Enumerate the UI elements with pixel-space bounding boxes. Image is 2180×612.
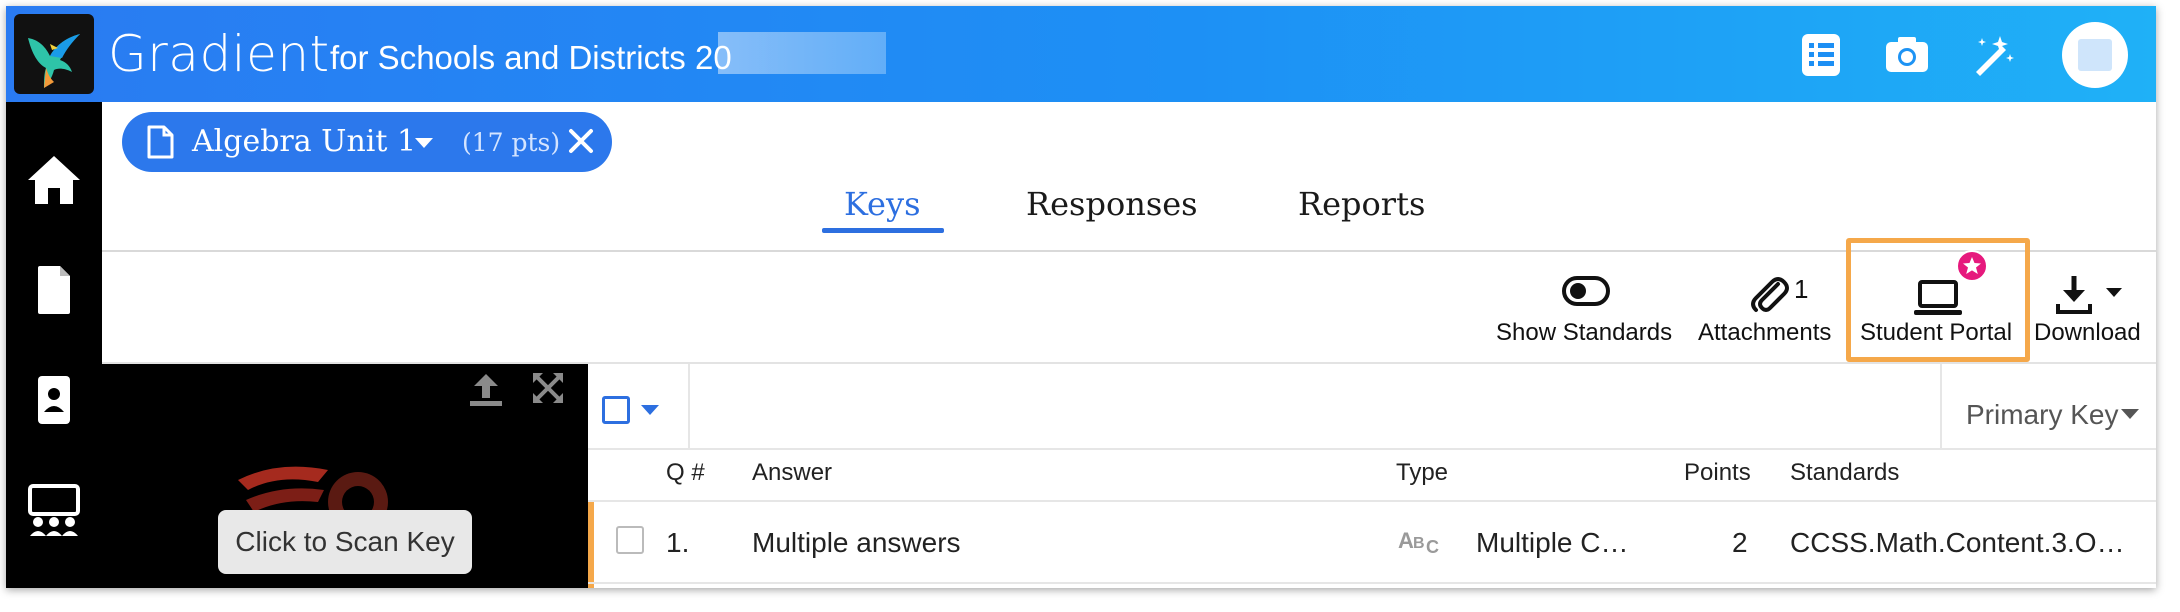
assignment-points: (17 pts) bbox=[462, 128, 561, 157]
select-dropdown-chevron-icon[interactable] bbox=[640, 404, 660, 416]
row-answer[interactable]: Multiple answers bbox=[752, 526, 961, 560]
row-points[interactable]: 2 bbox=[1732, 526, 1748, 560]
attachments-button[interactable]: Attachments bbox=[1698, 318, 1831, 348]
primary-key-select[interactable]: Primary Key bbox=[1966, 398, 2118, 432]
key-select-divider bbox=[1940, 364, 1942, 448]
col-header-answer: Answer bbox=[752, 459, 833, 486]
col-header-points: Points bbox=[1684, 459, 1751, 486]
assignment-chip[interactable]: Algebra Unit 1 (17 pts) bbox=[122, 112, 612, 172]
attachments-count: 1 bbox=[1794, 274, 1809, 304]
tab-keys[interactable]: Keys bbox=[844, 184, 920, 224]
chevron-down-icon[interactable] bbox=[414, 137, 434, 149]
user-avatar[interactable] bbox=[2062, 22, 2128, 88]
document-outline-icon bbox=[147, 125, 174, 159]
brand-subtitle: for Schools and Districts 20 bbox=[330, 39, 732, 76]
download-icon[interactable] bbox=[2054, 272, 2124, 323]
tab-responses[interactable]: Responses bbox=[1026, 184, 1198, 224]
col-header-standards: Standards bbox=[1790, 459, 1900, 486]
avatar-image bbox=[2078, 39, 2112, 71]
toggle-icon[interactable] bbox=[1562, 276, 1610, 311]
row-q-number: 1. bbox=[666, 527, 690, 558]
laptop-icon[interactable] bbox=[1912, 278, 1964, 323]
hummingbird-logo-icon[interactable] bbox=[14, 14, 94, 94]
svg-text:A: A bbox=[1398, 528, 1414, 553]
close-icon[interactable] bbox=[568, 128, 594, 154]
row-bottom-line bbox=[588, 582, 2156, 584]
scan-key-button[interactable]: Click to Scan Key bbox=[218, 510, 472, 574]
col-header-q: Q # bbox=[666, 459, 705, 486]
download-button[interactable]: Download bbox=[2034, 318, 2141, 348]
active-tab-indicator bbox=[822, 228, 944, 233]
paperclip-icon[interactable] bbox=[1748, 274, 1792, 323]
svg-text:B: B bbox=[1413, 535, 1425, 552]
app-window: Gradient for Schools and Districts 20 Al… bbox=[6, 6, 2156, 588]
magic-wand-icon[interactable] bbox=[1970, 32, 2016, 78]
table-header-bottom-line bbox=[588, 500, 2156, 502]
row-type[interactable]: Multiple C… bbox=[1476, 526, 1628, 560]
table-header-top-line bbox=[588, 448, 2156, 450]
student-badge-icon[interactable] bbox=[24, 372, 84, 428]
abc-type-icon: A B C bbox=[1398, 528, 1439, 556]
redacted-text bbox=[718, 32, 886, 74]
brand-name: Gradient bbox=[108, 25, 330, 83]
student-portal-button[interactable]: Student Portal bbox=[1860, 318, 2012, 348]
select-all-checkbox[interactable] bbox=[602, 396, 630, 424]
tab-reports[interactable]: Reports bbox=[1298, 184, 1425, 224]
col-header-type: Type bbox=[1396, 459, 1449, 486]
upload-icon[interactable] bbox=[466, 370, 506, 410]
list-document-icon[interactable] bbox=[1798, 32, 1844, 78]
assignment-title: Algebra Unit 1 bbox=[192, 124, 417, 159]
star-badge-icon bbox=[1956, 250, 1988, 282]
row-selected-marker bbox=[588, 502, 594, 588]
row-standards[interactable]: CCSS.Math.Content.3.O… bbox=[1790, 526, 2125, 560]
show-standards-button[interactable]: Show Standards bbox=[1496, 318, 1672, 348]
svg-text:C: C bbox=[1426, 537, 1439, 556]
row-checkbox[interactable] bbox=[616, 526, 644, 554]
home-icon[interactable] bbox=[24, 152, 84, 208]
left-nav-rail bbox=[6, 102, 102, 588]
classroom-icon[interactable] bbox=[24, 482, 84, 538]
select-column-divider bbox=[688, 364, 690, 448]
camera-icon[interactable] bbox=[1884, 32, 1930, 78]
expand-icon[interactable] bbox=[530, 370, 566, 406]
top-bar: Gradient for Schools and Districts 20 bbox=[6, 6, 2156, 102]
document-icon[interactable] bbox=[24, 262, 84, 318]
chevron-down-icon[interactable] bbox=[2120, 408, 2140, 420]
